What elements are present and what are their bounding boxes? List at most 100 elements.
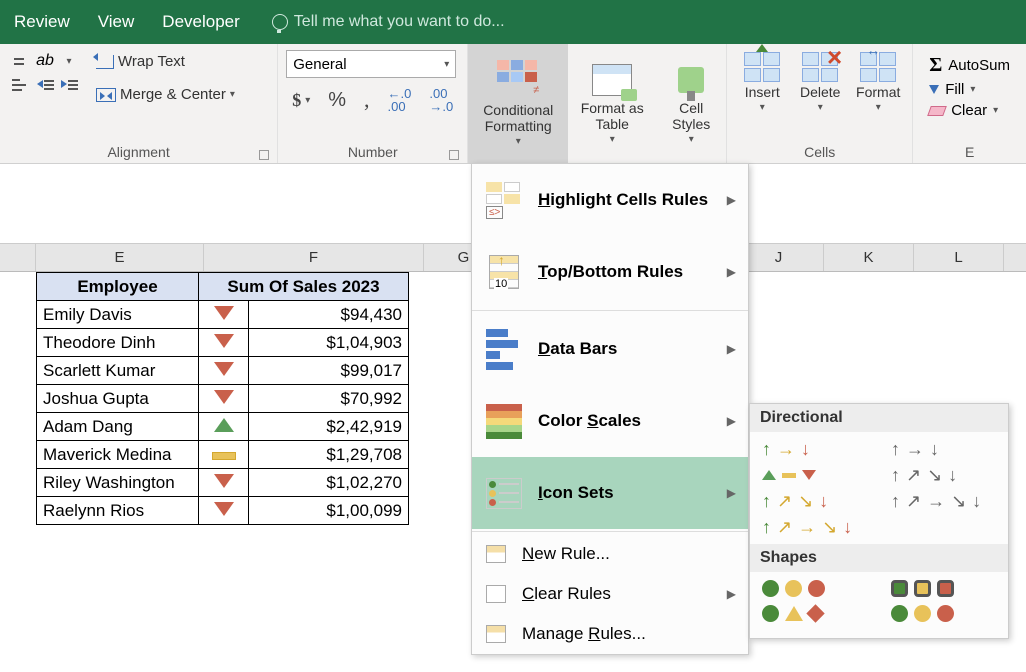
merge-center-button[interactable]: Merge & Center▾ [90,83,241,106]
menu-manage-rules[interactable]: Manage Rules... [472,614,748,654]
align-top-button[interactable] [8,50,30,72]
group-styles: ≠ Conditional Formatting ▾ Format as Tab… [468,44,727,163]
cell-value[interactable]: $70,992 [249,385,409,413]
iconset-3arrows-colored[interactable]: ↑→↓ [762,440,867,458]
iconset-4arrows-gray[interactable]: ↑↗↘↓ [891,466,996,484]
cell-value[interactable]: $1,04,903 [249,329,409,357]
cell-employee[interactable]: Adam Dang [37,413,199,441]
cell-value[interactable]: $94,430 [249,301,409,329]
percent-icon: % [328,89,346,112]
decrease-decimal-button[interactable]: .00→.0 [423,84,459,116]
number-format-value: General [293,56,346,73]
cell-icon[interactable] [199,329,249,357]
triangle-down-icon [214,334,234,348]
alignment-dialog-launcher[interactable] [259,150,269,160]
comma-icon: , [364,87,370,113]
format-button[interactable]: ↔ Format▾ [851,50,905,115]
number-format-combo[interactable]: General ▾ [286,50,456,78]
cell-styles-button[interactable]: Cell Styles ▾ [656,44,726,163]
cell-icon[interactable] [199,357,249,385]
iconset-4trafficlights[interactable] [891,605,996,622]
increase-decimal-button[interactable]: ←.0.00 [382,84,418,116]
cell-icon[interactable] [199,301,249,329]
conditional-formatting-menu: ≤> Highlight Cells Rules ▶ ↑10 Top/Botto… [471,163,749,655]
header-sum-sales[interactable]: Sum Of Sales 2023 [199,273,409,301]
cell-icon[interactable] [199,385,249,413]
menu-developer[interactable]: Developer [148,0,254,44]
format-as-table-button[interactable]: Format as Table ▾ [572,44,652,163]
number-dialog-launcher[interactable] [449,150,459,160]
table-row[interactable]: Emily Davis $94,430 [37,301,409,329]
table-row[interactable]: Adam Dang $2,42,919 [37,413,409,441]
iconset-3trafficlights[interactable] [762,580,867,597]
cell-employee[interactable]: Joshua Gupta [37,385,199,413]
wrap-text-label: Wrap Text [118,53,185,70]
cell-employee[interactable]: Emily Davis [37,301,199,329]
iconset-4arrows-colored[interactable]: ↑↗↘↓ [762,492,867,510]
highlight-cells-icon: ≤> [486,182,522,219]
cell-value[interactable]: $1,02,270 [249,469,409,497]
color-scales-icon [486,404,522,439]
col-header-L[interactable]: L [914,244,1004,271]
cell-value[interactable]: $1,00,099 [249,497,409,525]
comma-format-button[interactable]: , [358,84,376,116]
autosum-button[interactable]: ΣAutoSum [929,54,1010,77]
menu-highlight-cells-rules[interactable]: ≤> Highlight Cells Rules ▶ [472,164,748,236]
iconset-3arrows-gray[interactable]: ↑→↓ [891,440,996,458]
insert-label: Insert [745,84,780,100]
orientation-button[interactable]: ab [34,50,56,72]
header-employee[interactable]: Employee [37,273,199,301]
iconset-3triangles[interactable] [762,466,867,484]
cell-icon[interactable] [199,413,249,441]
cell-employee[interactable]: Maverick Medina [37,441,199,469]
table-row[interactable]: Scarlett Kumar $99,017 [37,357,409,385]
cell-employee[interactable]: Raelynn Rios [37,497,199,525]
menu-view[interactable]: View [84,0,149,44]
cell-employee[interactable]: Scarlett Kumar [37,357,199,385]
menu-icon-sets[interactable]: Icon Sets ▶ [472,457,748,529]
cell-value[interactable]: $99,017 [249,357,409,385]
menu-clear-rules[interactable]: Clear Rules ▶ [472,574,748,614]
decrease-indent-button[interactable] [34,74,56,96]
tell-me-search[interactable]: Tell me what you want to do... [272,13,505,31]
clear-button[interactable]: Clear▾ [929,102,1010,119]
cell-icon[interactable] [199,469,249,497]
accounting-format-button[interactable]: $▾ [286,87,316,114]
wrap-text-button[interactable]: Wrap Text [90,50,241,73]
cell-icon[interactable] [199,497,249,525]
percent-format-button[interactable]: % [322,86,352,115]
triangle-flat-icon [212,452,236,460]
iconset-3trafficlights-rimmed[interactable] [891,580,996,597]
iconset-3signs[interactable] [762,605,867,622]
table-row[interactable]: Raelynn Rios $1,00,099 [37,497,409,525]
increase-indent-button[interactable] [58,74,80,96]
insert-button[interactable]: Insert▾ [735,50,789,115]
table-row[interactable]: Riley Washington $1,02,270 [37,469,409,497]
cell-value[interactable]: $1,29,708 [249,441,409,469]
menu-new-rule[interactable]: New Rule... [472,534,748,574]
menu-data-bars[interactable]: Data Bars ▶ [472,313,748,385]
fill-button[interactable]: Fill▾ [929,81,1010,98]
cell-employee[interactable]: Riley Washington [37,469,199,497]
align-left-button[interactable] [8,74,30,96]
menu-top-bottom-rules[interactable]: ↑10 Top/Bottom Rules ▶ [472,236,748,308]
orientation-dropdown[interactable]: ▾ [58,50,80,72]
cell-value[interactable]: $2,42,919 [249,413,409,441]
table-row[interactable]: Joshua Gupta $70,992 [37,385,409,413]
menu-review[interactable]: Review [0,0,84,44]
conditional-formatting-label: Conditional Formatting [474,102,562,134]
row-header-corner[interactable] [0,244,36,271]
iconset-5arrows-gray[interactable]: ↑↗→↘↓ [891,492,996,510]
menu-color-scales[interactable]: Color Scales ▶ [472,385,748,457]
col-header-K[interactable]: K [824,244,914,271]
conditional-formatting-button[interactable]: ≠ Conditional Formatting ▾ [468,44,568,163]
format-as-table-label: Format as Table [578,100,646,132]
delete-button[interactable]: × Delete▾ [793,50,847,115]
table-row[interactable]: Theodore Dinh $1,04,903 [37,329,409,357]
table-row[interactable]: Maverick Medina $1,29,708 [37,441,409,469]
col-header-F[interactable]: F [204,244,424,271]
cell-employee[interactable]: Theodore Dinh [37,329,199,357]
col-header-E[interactable]: E [36,244,204,271]
cell-icon[interactable] [199,441,249,469]
iconset-5arrows-colored[interactable]: ↑↗→↘↓ [762,518,996,536]
